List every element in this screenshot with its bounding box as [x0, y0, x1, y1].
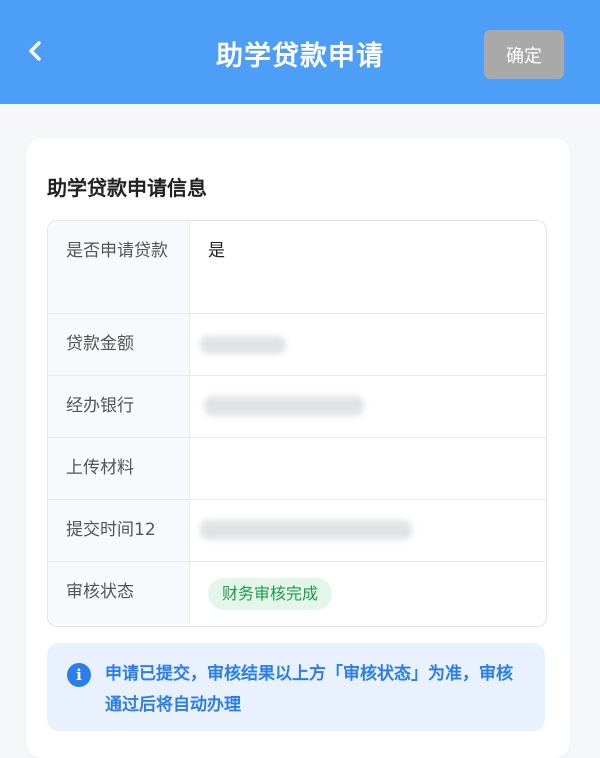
- notice-text: 申请已提交，审核结果以上方「审核状态」为准，审核通过后将自动办理: [105, 664, 513, 715]
- notice-banner: i 申请已提交，审核结果以上方「审核状态」为准，审核通过后将自动办理: [47, 643, 545, 731]
- field-value-materials[interactable]: [190, 438, 546, 499]
- field-label-review-status: 审核状态: [48, 562, 190, 624]
- field-label-bank: 经办银行: [48, 376, 190, 437]
- table-row-bank: 经办银行: [48, 376, 546, 438]
- field-value-apply: 是: [208, 241, 225, 261]
- field-label-submit-time: 提交时间12: [48, 500, 190, 561]
- table-row-submit-time: 提交时间12: [48, 500, 546, 562]
- table-row-amount: 贷款金额: [48, 314, 546, 376]
- field-value-submit-time: [190, 500, 546, 561]
- table-row-review-status: 审核状态 财务审核完成: [48, 562, 546, 626]
- redacted-bank: [204, 396, 364, 416]
- app-header: 助学贷款申请 确定: [0, 0, 600, 104]
- table-row-apply: 是否申请贷款 是: [48, 221, 546, 314]
- field-label-apply: 是否申请贷款: [48, 221, 190, 313]
- field-label-amount: 贷款金额: [48, 314, 190, 375]
- redacted-submit-time: [200, 520, 412, 540]
- field-value-bank: [190, 376, 546, 437]
- status-badge: 财务审核完成: [208, 578, 333, 610]
- field-label-materials: 上传材料: [48, 438, 190, 499]
- redacted-amount: [200, 336, 286, 354]
- confirm-button[interactable]: 确定: [484, 30, 564, 79]
- section-title: 助学贷款申请信息: [47, 176, 207, 200]
- field-value-amount: [190, 314, 546, 375]
- table-row-materials: 上传材料: [48, 438, 546, 500]
- info-icon: i: [67, 663, 91, 687]
- field-value-review-status: 财务审核完成: [190, 562, 546, 626]
- loan-info-card: 助学贷款申请信息 是否申请贷款 是 贷款金额 经办银行 上传材料 提交时间12: [26, 138, 570, 758]
- loan-info-table: 是否申请贷款 是 贷款金额 经办银行 上传材料 提交时间12 审核状态 财务审核…: [47, 220, 547, 627]
